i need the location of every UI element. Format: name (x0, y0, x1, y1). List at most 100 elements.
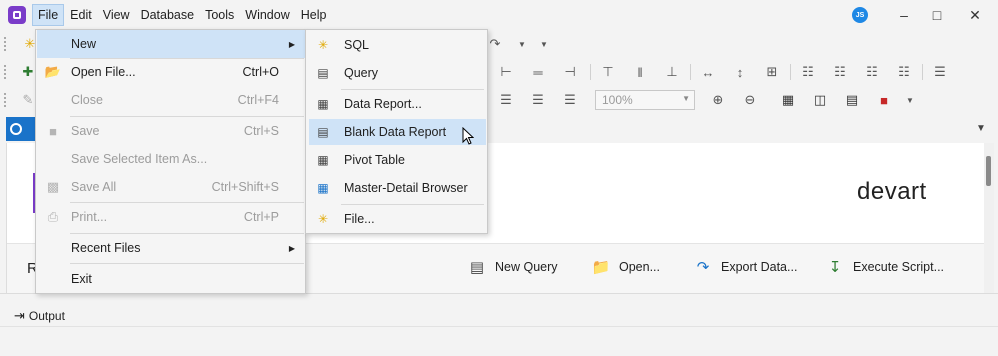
submenu-arrow-icon: ▶ (288, 243, 295, 253)
h-spacing-decrease-icon[interactable]: ☷ (864, 64, 880, 80)
new-submenu-blank-data-report-label: Blank Data Report (344, 125, 447, 139)
file-menu-new-label: New (71, 37, 97, 51)
same-size-icon[interactable]: ⊞ (764, 64, 780, 80)
blank-data-report-icon: ▤ (317, 125, 329, 139)
menu-file[interactable]: File (32, 4, 65, 26)
new-query-button[interactable]: ▤ New Query (467, 258, 558, 276)
new-submenu-query-label: Query (344, 66, 379, 80)
file-menu-dropdown: New ▶ 📂 Open File... Ctrl+O Close Ctrl+F… (35, 29, 306, 294)
maximize-icon[interactable]: □ (919, 0, 955, 30)
menu-tools[interactable]: Tools (200, 4, 239, 26)
shortcut-label: Ctrl+P (243, 210, 279, 224)
file-menu-exit[interactable]: Exit (37, 265, 305, 293)
tab-list-chevron-icon[interactable]: ▼ (976, 123, 986, 134)
zoom-select[interactable]: 100% ▼ (595, 90, 695, 110)
output-tab-label: Output (28, 309, 65, 323)
query-icon: ▤ (317, 66, 329, 80)
new-submenu-file[interactable]: ✳ File... (309, 206, 486, 232)
new-submenu-pivot-table-label: Pivot Table (344, 153, 405, 167)
properties-icon[interactable]: ✎ (20, 92, 36, 108)
file-menu-open-file[interactable]: 📂 Open File... Ctrl+O (37, 58, 305, 86)
mouse-cursor-icon (462, 127, 474, 145)
file-menu-print[interactable]: ⎙ Print... Ctrl+P (37, 203, 305, 231)
print-icon: ⎙ (47, 209, 59, 224)
h-spacing-increase-icon[interactable]: ☷ (832, 64, 848, 80)
new-submenu-pivot-table[interactable]: ▦ Pivot Table (309, 147, 486, 173)
align-top-icon[interactable]: ⊤ (600, 64, 616, 80)
same-width-icon[interactable]: ↔ (700, 64, 716, 80)
user-avatar[interactable]: JS (852, 7, 868, 23)
file-menu-save-selected-as[interactable]: Save Selected Item As... (37, 145, 305, 173)
menu-view[interactable]: View (98, 4, 135, 26)
file-menu-save-all[interactable]: ▩ Save All Ctrl+Shift+S (37, 173, 305, 201)
folder-icon: 📁 (591, 259, 611, 276)
master-detail-icon: ▦ (317, 181, 329, 195)
scrollbar-thumb[interactable] (986, 156, 991, 186)
toolbar-overflow-icon[interactable]: ▼ (536, 36, 552, 52)
toolbox-icon[interactable]: ▦ (780, 92, 796, 108)
minimize-icon[interactable]: – (886, 0, 922, 30)
menu-help[interactable]: Help (296, 4, 332, 26)
text-justify-icon[interactable]: ☰ (562, 92, 578, 108)
v-spacing-icon[interactable]: ☰ (932, 64, 948, 80)
file-menu-save[interactable]: ■ Save Ctrl+S (37, 117, 305, 145)
status-bar (0, 326, 998, 356)
execute-script-icon: ↧ (828, 259, 842, 276)
align-left-icon[interactable]: ⊢ (498, 64, 514, 80)
align-center-icon[interactable]: ═ (530, 64, 546, 80)
add-icon[interactable]: ✚ (20, 64, 36, 80)
menu-bar: File Edit View Database Tools Window Hel… (0, 0, 998, 30)
save-all-icon: ▩ (46, 179, 60, 194)
sql-icon: ✳ (317, 38, 329, 52)
stop-icon[interactable]: ■ (876, 92, 892, 108)
toolbar-separator (790, 64, 791, 80)
text-right-icon[interactable]: ☰ (530, 92, 546, 108)
new-submenu-blank-data-report[interactable]: ▤ Blank Data Report (309, 119, 486, 145)
database-icon[interactable]: ◫ (812, 92, 828, 108)
h-spacing-remove-icon[interactable]: ☷ (896, 64, 912, 80)
export-data-icon: ↷ (696, 259, 710, 276)
align-bottom-icon[interactable]: ⊥ (664, 64, 680, 80)
report-icon[interactable]: ▤ (844, 92, 860, 108)
align-middle-icon[interactable]: ‖ (632, 64, 648, 80)
text-center-icon[interactable]: ☰ (498, 92, 514, 108)
zoom-out-icon[interactable]: ⊖ (742, 92, 758, 108)
h-spacing-icon[interactable]: ☷ (800, 64, 816, 80)
zoom-value: 100% (602, 93, 633, 107)
toolbar-overflow-icon[interactable]: ▼ (902, 92, 918, 108)
new-submenu-data-report[interactable]: ▦ Data Report... (309, 91, 486, 117)
file-menu-recent-files[interactable]: Recent Files ▶ (37, 234, 305, 262)
zoom-in-icon[interactable]: ⊕ (710, 92, 726, 108)
export-data-button[interactable]: ↷ Export Data... (693, 258, 798, 276)
data-report-icon: ▦ (317, 97, 329, 111)
new-submenu-sql[interactable]: ✳ SQL (309, 32, 486, 58)
redo-icon[interactable]: ↷ (487, 36, 503, 52)
same-height-icon[interactable]: ↕ (732, 64, 748, 80)
output-icon: ⇥ (14, 308, 25, 323)
toolbar-grip[interactable] (4, 65, 7, 79)
tab-start-page[interactable] (6, 117, 36, 141)
devart-logo: devart (857, 178, 927, 205)
toolbar-grip[interactable] (4, 37, 7, 51)
align-right-icon[interactable]: ⊣ (562, 64, 578, 80)
menu-database[interactable]: Database (136, 4, 200, 26)
menu-separator (341, 204, 484, 205)
pivot-table-icon: ▦ (317, 153, 329, 167)
file-menu-open-file-label: Open File... (71, 65, 136, 79)
file-menu-exit-label: Exit (71, 272, 92, 286)
file-menu-new[interactable]: New ▶ (37, 30, 305, 58)
execute-script-button[interactable]: ↧ Execute Script... (825, 258, 944, 276)
menu-edit[interactable]: Edit (65, 4, 97, 26)
redo-dropdown-icon[interactable]: ▼ (514, 36, 530, 52)
new-submenu-query[interactable]: ▤ Query (309, 60, 486, 86)
close-icon[interactable]: ✕ (957, 0, 993, 30)
new-submenu: ✳ SQL ▤ Query ▦ Data Report... ▤ Blank D… (305, 29, 488, 234)
open-label: Open... (619, 260, 660, 274)
toolbar-grip[interactable] (4, 93, 7, 107)
toolbar-separator (922, 64, 923, 80)
file-menu-close[interactable]: Close Ctrl+F4 (37, 86, 305, 114)
new-submenu-master-detail-browser[interactable]: ▦ Master-Detail Browser (309, 175, 486, 201)
menu-window[interactable]: Window (240, 4, 294, 26)
open-button[interactable]: 📁 Open... (591, 258, 660, 276)
output-tab[interactable]: ⇥ Output (14, 308, 65, 324)
